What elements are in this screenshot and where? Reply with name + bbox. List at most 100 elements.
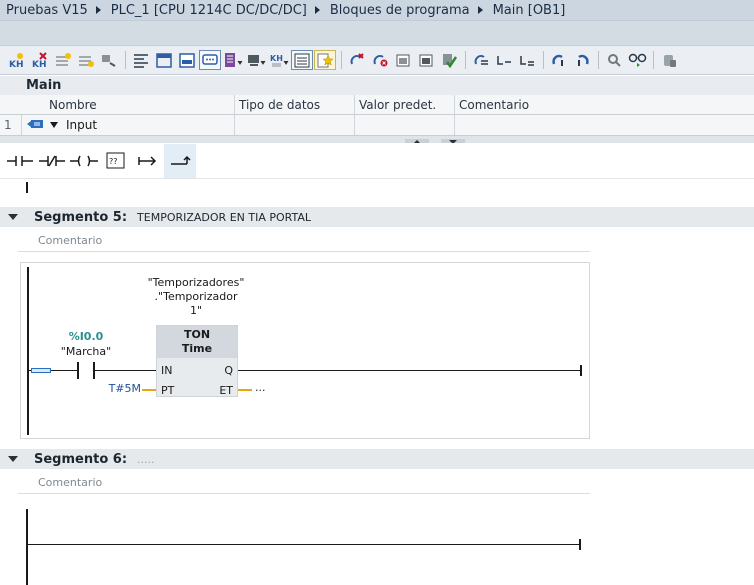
absolute-operands-icon[interactable]	[176, 50, 198, 70]
network-6-label: Segmento 6:	[34, 451, 128, 467]
go-to-error-icon[interactable]	[516, 50, 538, 70]
row-comment-cell[interactable]	[455, 115, 754, 135]
pt-wire	[142, 389, 156, 391]
breadcrumb-separator-icon	[477, 6, 483, 14]
row-name: Input	[66, 118, 98, 132]
left-power-rail	[26, 509, 28, 585]
accept-values-icon[interactable]	[438, 50, 460, 70]
coil-icon[interactable]	[68, 144, 100, 178]
q-output-wire	[238, 370, 582, 371]
delete-network-icon[interactable]: KH	[29, 50, 51, 70]
nc-contact-icon[interactable]	[36, 144, 68, 178]
pin-et: ET	[219, 384, 233, 397]
network-5-label: Segmento 5:	[34, 209, 128, 225]
toolbar-separator	[653, 51, 654, 69]
breadcrumb-separator-icon	[95, 6, 101, 14]
column-header-default[interactable]: Valor predet.	[355, 95, 455, 114]
column-header-datatype[interactable]: Tipo de datos	[235, 95, 355, 114]
monitoring-glasses-icon[interactable]	[626, 50, 648, 70]
editor-tab-strip	[0, 20, 754, 45]
network-wire-selected	[31, 368, 51, 373]
go-to-previous-icon[interactable]	[470, 50, 492, 70]
timer-header: TON Time	[157, 326, 237, 358]
align-left-icon[interactable]	[130, 50, 152, 70]
online-diagnostics-icon[interactable]	[603, 50, 625, 70]
breadcrumb-device[interactable]: PLC_1 [CPU 1214C DC/DC/DC]	[111, 3, 307, 18]
et-wire	[238, 389, 252, 391]
expand-triangle-icon[interactable]	[50, 122, 58, 128]
timer-instance-line: "Temporizadores"	[147, 276, 245, 289]
empty-box-icon[interactable]: ??	[100, 144, 132, 178]
q-wire-end	[580, 365, 582, 376]
operand-display-icon[interactable]	[222, 50, 244, 70]
toolbar-separator	[543, 51, 544, 69]
breadcrumb-folder[interactable]: Bloques de programa	[330, 3, 470, 18]
previous-network-rail	[26, 182, 28, 193]
left-power-rail	[27, 267, 29, 435]
download-cpu-icon[interactable]	[658, 50, 680, 70]
breadcrumb-project[interactable]: Pruebas V15	[6, 3, 88, 18]
input-section-icon	[26, 118, 44, 132]
open-branch-icon[interactable]	[132, 144, 164, 178]
row-default-cell[interactable]	[355, 115, 455, 135]
contact-address[interactable]: %I0.0	[66, 330, 106, 343]
row-index: 1	[0, 115, 22, 135]
network-6-ladder	[20, 505, 590, 585]
ton-timer-box[interactable]: TON Time IN PT Q ET	[156, 325, 238, 397]
svg-text:KH: KH	[32, 60, 47, 68]
network-6-title[interactable]: .....	[137, 453, 154, 466]
timer-instance-name[interactable]: "Temporizadores" ."Temporizador 1"	[131, 276, 261, 318]
monitor-stop-icon[interactable]	[369, 50, 391, 70]
network-overview-icon[interactable]	[245, 50, 267, 70]
pin-q: Q	[224, 364, 233, 377]
add-row-icon[interactable]	[75, 50, 97, 70]
network-5-title[interactable]: TEMPORIZADOR EN TIA PORTAL	[137, 211, 311, 224]
splitter-bar[interactable]	[0, 136, 754, 146]
column-header-name[interactable]: Nombre	[45, 95, 235, 114]
network-titles-icon[interactable]	[291, 50, 313, 70]
editor-toolbar: KH KH KH	[0, 45, 754, 75]
toolbar-separator	[341, 51, 342, 69]
network-5-ladder: %I0.0 "Marcha" "Temporizadores" ."Tempor…	[20, 262, 590, 439]
comments-toggle-icon[interactable]	[199, 50, 221, 70]
no-contact-icon[interactable]	[4, 144, 36, 178]
collapse-network-icon[interactable]	[8, 214, 18, 220]
contact-symbol[interactable]: "Marcha"	[51, 345, 121, 358]
network-wire	[28, 544, 581, 545]
et-value[interactable]: ...	[255, 381, 266, 394]
monitor-on-icon[interactable]	[346, 50, 368, 70]
clear-icon[interactable]	[98, 50, 120, 70]
timer-instance-line: ."Temporizador	[154, 290, 238, 303]
snapshot-icon[interactable]	[392, 50, 414, 70]
collapse-network-icon[interactable]	[8, 456, 18, 462]
favorites-star-icon[interactable]	[314, 50, 336, 70]
row-datatype-cell[interactable]	[235, 115, 355, 135]
go-to-next-icon[interactable]	[493, 50, 515, 70]
no-contact[interactable]	[77, 362, 95, 379]
insert-network-icon[interactable]: KH	[6, 50, 28, 70]
close-branch-icon[interactable]	[164, 143, 196, 178]
call-hierarchy-icon[interactable]	[548, 50, 570, 70]
load-snapshot-icon[interactable]	[415, 50, 437, 70]
interface-row[interactable]: 1 Input	[0, 115, 754, 136]
breadcrumb-separator-icon	[314, 6, 320, 14]
network-5-comment[interactable]: Comentario	[18, 230, 590, 252]
pin-in: IN	[161, 364, 173, 377]
cross-reference-icon[interactable]	[571, 50, 593, 70]
network-6-comment[interactable]: Comentario	[18, 472, 590, 494]
timer-type[interactable]: TON	[157, 328, 237, 342]
breadcrumb-block[interactable]: Main [OB1]	[493, 3, 566, 18]
show-favorites-icon[interactable]	[153, 50, 175, 70]
row-name-cell[interactable]: Input	[22, 115, 235, 135]
pt-value[interactable]: T#5M	[107, 382, 141, 395]
network-5-header[interactable]: Segmento 5: TEMPORIZADOR EN TIA PORTAL	[0, 207, 754, 227]
insert-row-icon[interactable]	[52, 50, 74, 70]
svg-text:KH: KH	[9, 60, 24, 68]
interface-grid-header: Nombre Tipo de datos Valor predet. Comen…	[0, 95, 754, 115]
open-all-networks-icon[interactable]: KH	[268, 50, 290, 70]
network-6-header[interactable]: Segmento 6: .....	[0, 449, 754, 469]
timer-datatype[interactable]: Time	[157, 342, 237, 356]
network-wire	[95, 370, 156, 371]
column-header-comment[interactable]: Comentario	[455, 95, 754, 114]
wire-end	[579, 539, 581, 550]
